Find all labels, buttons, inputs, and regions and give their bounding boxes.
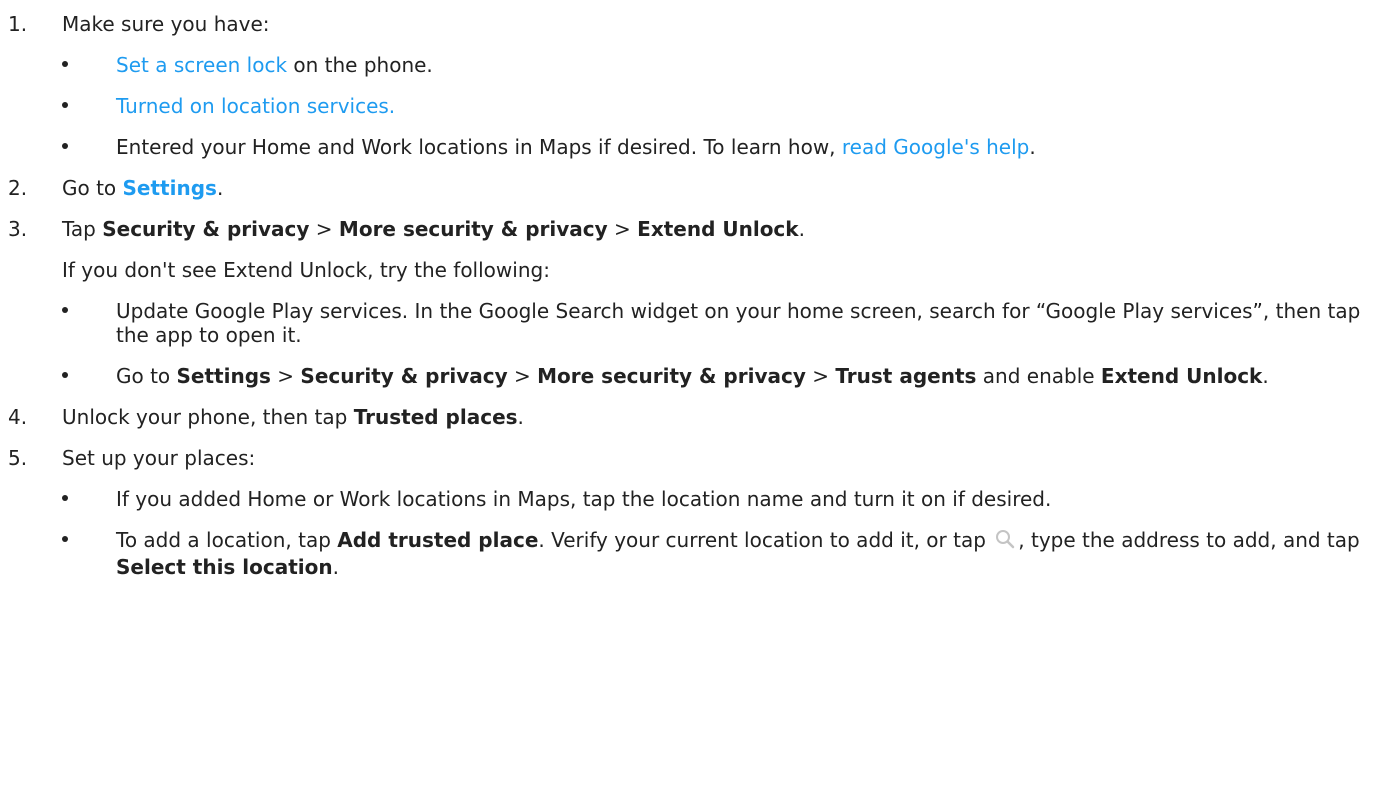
step-number: 2. bbox=[8, 176, 28, 200]
settings-link[interactable]: Settings bbox=[123, 176, 217, 200]
bullet-dot bbox=[62, 102, 68, 108]
text-segment: and enable bbox=[976, 364, 1101, 388]
step-number: 4. bbox=[8, 405, 28, 429]
text-segment: > bbox=[270, 364, 301, 388]
step-text: Make sure you have: bbox=[62, 12, 270, 36]
bullet-list: If you added Home or Work locations in M… bbox=[62, 487, 1370, 579]
bold-term: Security & privacy bbox=[102, 217, 310, 241]
step-note: If you don't see Extend Unlock, try the … bbox=[62, 258, 550, 282]
bullet-list: Update Google Play services. In the Goog… bbox=[62, 299, 1370, 388]
text-segment: . bbox=[517, 405, 524, 429]
bold-term: Settings bbox=[176, 364, 271, 388]
bullet-dot bbox=[62, 61, 68, 67]
bold-term: Trusted places bbox=[353, 405, 518, 429]
bullet-dot bbox=[62, 307, 68, 313]
step-text-start: Go to bbox=[62, 176, 123, 200]
step-3: 3. Tap Security & privacy > More securit… bbox=[0, 217, 1370, 388]
step-number: 5. bbox=[8, 446, 28, 470]
text-segment: , type the address to add, and tap bbox=[1018, 528, 1360, 552]
location-services-link[interactable]: Turned on location services. bbox=[116, 94, 395, 118]
text-segment: Unlock your phone, then tap bbox=[62, 405, 354, 429]
bold-term: Security & privacy bbox=[300, 364, 508, 388]
bullet-text: on the phone. bbox=[287, 53, 433, 77]
step-number: 3. bbox=[8, 217, 28, 241]
bold-term: Select this location bbox=[116, 555, 333, 579]
google-help-link[interactable]: read Google's help bbox=[842, 135, 1029, 159]
list-item: Turned on location services. bbox=[62, 94, 1370, 118]
steps-list: 1. Make sure you have: Set a screen lock… bbox=[0, 12, 1370, 579]
text-segment: . Verify your current location to add it… bbox=[538, 528, 993, 552]
step-4: 4. Unlock your phone, then tap Trusted p… bbox=[0, 405, 1370, 429]
set-screen-lock-link[interactable]: Set a screen lock bbox=[116, 53, 287, 77]
text-segment: . bbox=[332, 555, 339, 579]
list-item: Update Google Play services. In the Goog… bbox=[62, 299, 1370, 347]
bullet-text-end: . bbox=[1029, 135, 1036, 159]
step-text: Unlock your phone, then tap Trusted plac… bbox=[62, 405, 1370, 429]
bold-term: Extend Unlock bbox=[637, 217, 799, 241]
text-segment: > bbox=[805, 364, 836, 388]
list-item: To add a location, tap Add trusted place… bbox=[62, 528, 1370, 579]
bullet-dot bbox=[62, 143, 68, 149]
step-text-end: . bbox=[216, 176, 224, 200]
text-segment: > bbox=[607, 217, 638, 241]
step-1: 1. Make sure you have: Set a screen lock… bbox=[0, 12, 1370, 159]
step-5: 5. Set up your places: If you added Home… bbox=[0, 446, 1370, 579]
step-number: 1. bbox=[8, 12, 28, 36]
step-text: Go to Settings. bbox=[62, 176, 1370, 200]
bold-term: Add trusted place bbox=[337, 528, 539, 552]
text-segment: . bbox=[798, 217, 805, 241]
bold-term: Trust agents bbox=[835, 364, 977, 388]
bullet-text: Update Google Play services. In the Goog… bbox=[116, 299, 1361, 347]
bullet-dot bbox=[62, 536, 68, 542]
step-text: Set up your places: bbox=[62, 446, 256, 470]
bullet-dot bbox=[62, 372, 68, 378]
text-segment: > bbox=[507, 364, 538, 388]
bold-term: More security & privacy bbox=[537, 364, 806, 388]
list-item: Entered your Home and Work locations in … bbox=[62, 135, 1370, 159]
text-segment: > bbox=[309, 217, 339, 241]
list-item: Set a screen lock on the phone. bbox=[62, 53, 1370, 77]
list-item: Go to Settings > Security & privacy > Mo… bbox=[62, 364, 1370, 388]
step-2: 2. Go to Settings. bbox=[0, 176, 1370, 200]
bullet-dot bbox=[62, 495, 68, 501]
list-item: If you added Home or Work locations in M… bbox=[62, 487, 1370, 511]
bold-term: Extend Unlock bbox=[1100, 364, 1263, 388]
text-segment: To add a location, tap bbox=[116, 528, 338, 552]
help-article: 1. Make sure you have: Set a screen lock… bbox=[0, 0, 1375, 805]
bullet-list: Set a screen lock on the phone. Turned o… bbox=[62, 53, 1370, 159]
text-segment: Tap bbox=[62, 217, 103, 241]
bold-term: More security & privacy bbox=[338, 217, 608, 241]
step-text: Tap Security & privacy > More security &… bbox=[62, 217, 1370, 241]
text-segment: Go to bbox=[116, 364, 177, 388]
bullet-text: Entered your Home and Work locations in … bbox=[116, 135, 842, 159]
search-icon bbox=[994, 528, 1016, 555]
bullet-text: If you added Home or Work locations in M… bbox=[116, 487, 1052, 511]
text-segment: . bbox=[1262, 364, 1269, 388]
